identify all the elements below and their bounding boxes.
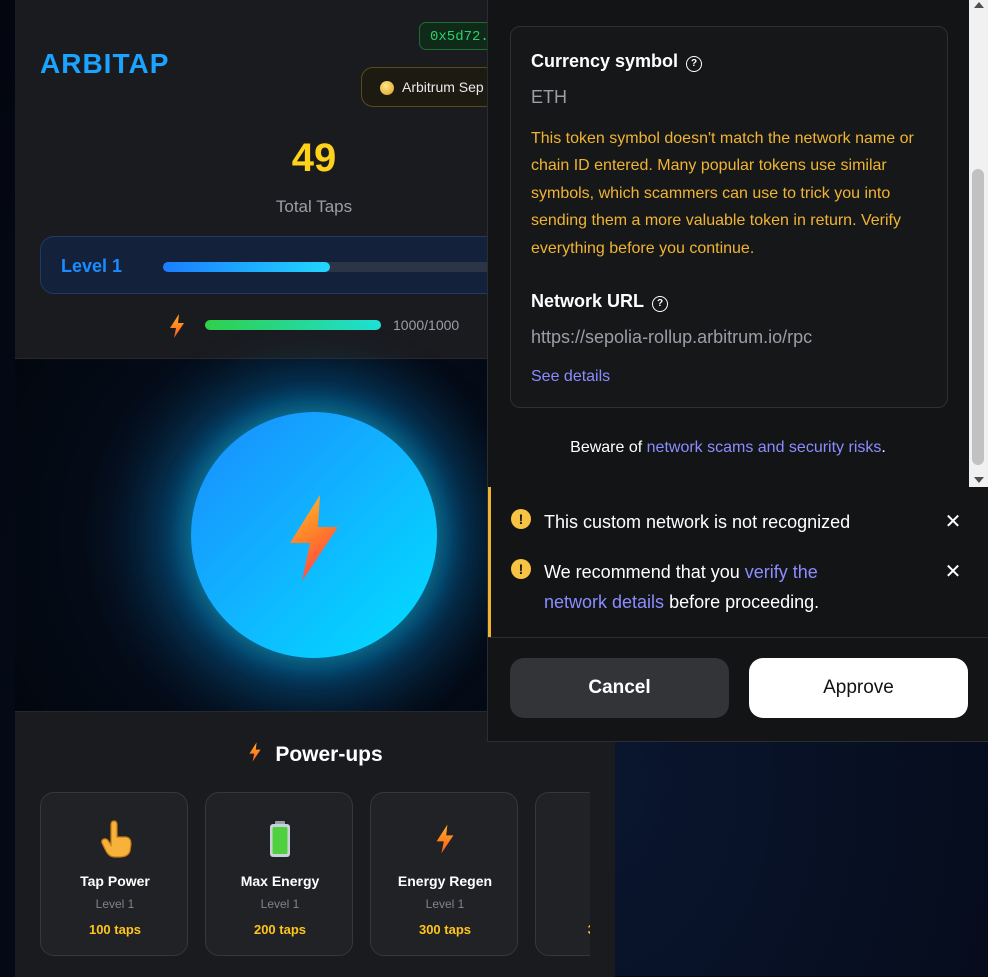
powerup-name: Energy Regen [397,873,493,889]
alert-text-prefix: We recommend that you [544,562,745,582]
security-risks-link[interactable]: network scams and security risks [647,439,882,456]
network-coin-icon [380,81,394,95]
level-progress-fill [163,262,330,272]
powerup-cost: 300 taps [418,922,472,937]
network-details-card: Currency symbol? ETH This token symbol d… [510,26,948,408]
help-icon[interactable]: ? [652,296,669,312]
powerup-level: Level 1 [425,897,465,911]
powerups-title-text: Power-ups [275,743,383,766]
popup-scroll-region: Currency symbol? ETH This token symbol d… [488,0,988,487]
total-taps-count: 49 [291,136,337,180]
alert-accent-bar [488,487,491,637]
beware-prefix: Beware of [570,439,647,456]
level-progress-card: Level 1 [40,236,510,294]
powerup-name: Le [536,873,590,889]
powerup-card-energy-regen[interactable]: Energy Regen Level 1 300 taps [370,792,518,956]
powerups-section: Power-ups Tap Power Level 1 100 taps Max… [15,711,615,977]
cancel-button[interactable]: Cancel [510,658,729,718]
warning-icon: ! [511,509,531,529]
lightning-icon [371,819,519,859]
warning-icon: ! [511,559,531,579]
powerup-card-partial[interactable]: Le N 351 mo [535,792,590,956]
currency-symbol-label-text: Currency symbol [531,51,679,71]
close-icon[interactable]: ✕ [944,512,962,532]
scroll-down-arrow-icon[interactable] [974,477,984,483]
level-label: Level 1 [61,256,123,276]
powerup-level: N [536,897,590,911]
currency-symbol-label: Currency symbol? [531,51,703,72]
popup-scrollbar[interactable] [969,0,988,487]
approve-button[interactable]: Approve [749,658,968,718]
alert-text: This custom network is not recognized [544,512,851,532]
network-url-label: Network URL? [531,291,669,312]
alerts-panel: ! This custom network is not recognized … [488,487,988,638]
powerup-name: Max Energy [240,873,320,889]
pointing-hand-icon [41,819,189,859]
beware-notice: Beware of network scams and security ris… [488,439,968,457]
currency-symbol-value: ETH [531,87,567,107]
powerup-card-max-energy[interactable]: Max Energy Level 1 200 taps [205,792,353,956]
powerup-level: Level 1 [260,897,300,911]
alert-text: We recommend that you verify the network… [544,557,884,617]
powerup-cost: 200 taps [253,922,307,937]
network-name: Arbitrum Sep [402,79,484,95]
powerup-cost: 100 taps [88,922,142,937]
energy-bar-track [205,320,381,330]
powerups-cards: Tap Power Level 1 100 taps Max Energy Le… [40,792,590,958]
powerup-card-tap-power[interactable]: Tap Power Level 1 100 taps [40,792,188,956]
alert-text-suffix: before proceeding. [664,592,820,612]
powerups-title: Power-ups [15,740,615,767]
scroll-up-arrow-icon[interactable] [974,2,984,8]
powerup-level: Level 1 [95,897,135,911]
network-url-value: https://sepolia-rollup.arbitrum.io/rpc [531,327,813,347]
app-logo: ARBITAP [40,48,170,79]
powerup-cost: 351 mo [536,922,590,937]
energy-bar-fill [205,320,381,330]
help-icon[interactable]: ? [686,56,703,72]
see-details-link[interactable]: See details [531,368,610,386]
lightning-icon [249,742,261,762]
total-taps-label: Total Taps [275,197,353,216]
beware-suffix: . [881,439,886,456]
close-icon[interactable]: ✕ [944,562,962,582]
powerup-name: Tap Power [80,873,150,889]
battery-icon [206,819,354,859]
scrollbar-thumb[interactable] [972,169,984,465]
network-url-label-text: Network URL [531,291,645,311]
level-progress-track [163,262,503,272]
currency-symbol-warning: This token symbol doesn't match the netw… [531,130,914,257]
energy-readout: 1000/1000 [393,317,460,333]
wallet-add-network-popup: Currency symbol? ETH This token symbol d… [487,0,988,742]
lightning-icon [290,495,338,581]
tap-button[interactable] [191,412,437,658]
lightning-icon [170,314,184,338]
